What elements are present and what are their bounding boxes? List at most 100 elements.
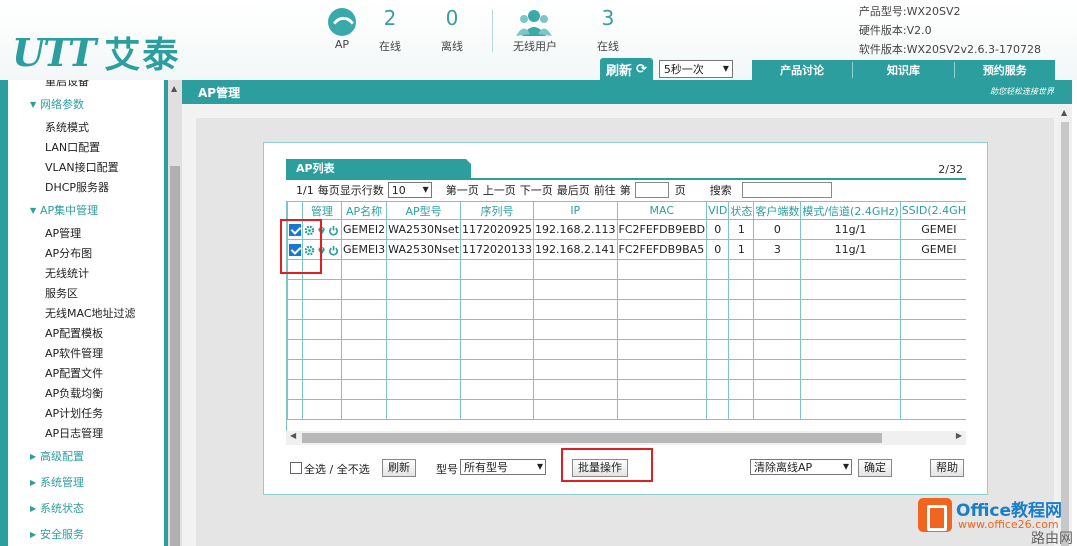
- power-icon[interactable]: [328, 245, 339, 256]
- office-logo-icon: [918, 498, 952, 532]
- nav-product-discussion[interactable]: 产品讨论: [752, 62, 854, 78]
- cell-ip: 192.168.2.113: [533, 219, 618, 240]
- sidebar-scrollbar[interactable]: ▲: [168, 80, 182, 546]
- sidebar-group[interactable]: ▶ 系统管理: [8, 470, 164, 496]
- cell-status: 1: [728, 219, 755, 240]
- refresh-table-button[interactable]: 刷新: [382, 459, 416, 477]
- utt-logo: UTT 艾泰: [12, 29, 180, 77]
- refresh-button[interactable]: 刷新 ⟳: [600, 58, 653, 80]
- empty-table-row: [287, 379, 966, 400]
- empty-table-row: [287, 279, 966, 300]
- column-header: 管理: [302, 201, 342, 220]
- power-icon[interactable]: [328, 225, 339, 236]
- column-header: SSID(2.4GHz): [899, 201, 966, 220]
- main-scroll-thumb[interactable]: [1061, 122, 1069, 546]
- sidebar-item[interactable]: AP配置文件: [8, 364, 164, 384]
- rows-per-page-label: 每页显示行数: [317, 184, 384, 197]
- stat-online-users: 3 在线: [597, 6, 619, 53]
- main-scrollbar[interactable]: ▲: [1058, 104, 1072, 546]
- sidebar-group-label: 系统状态: [40, 502, 84, 515]
- product-model: 产品型号:WX20SV2: [858, 5, 961, 18]
- first-page-link[interactable]: 第一页: [446, 182, 479, 198]
- sidebar-group-label: AP集中管理: [40, 204, 99, 217]
- sidebar-item[interactable]: LAN口配置: [8, 138, 164, 158]
- sidebar-group-label: 网络参数: [40, 98, 84, 111]
- last-page-link[interactable]: 最后页: [557, 182, 590, 198]
- refresh-interval-select[interactable]: 5秒一次: [658, 60, 733, 78]
- help-button[interactable]: 帮助: [930, 459, 964, 477]
- sidebar-item[interactable]: AP日志管理: [8, 424, 164, 444]
- refresh-icon: ⟳: [636, 61, 647, 77]
- table-scroll-thumb[interactable]: [302, 433, 882, 443]
- sidebar-item[interactable]: AP管理: [8, 224, 164, 244]
- panel-tab: AP列表: [286, 159, 486, 179]
- sidebar-item[interactable]: 无线统计: [8, 264, 164, 284]
- refresh-toolbar: 刷新 ⟳ 5秒一次: [600, 58, 733, 80]
- sidebar-item[interactable]: 无线MAC地址过滤: [8, 304, 164, 324]
- sidebar-group[interactable]: ▼ AP集中管理: [8, 198, 164, 224]
- sidebar-item[interactable]: DHCP服务器: [8, 178, 164, 198]
- sidebar-item[interactable]: AP软件管理: [8, 344, 164, 364]
- sidebar-item[interactable]: 系统模式: [8, 118, 164, 138]
- stat-ap: AP: [334, 38, 350, 51]
- confirm-button[interactable]: 确定: [858, 459, 892, 477]
- logo-latin: UTT: [12, 29, 96, 75]
- page-title: AP管理: [198, 86, 241, 100]
- cell-vid: 0: [706, 219, 730, 240]
- model-filter-select[interactable]: 所有型号: [460, 459, 546, 475]
- sidebar-item[interactable]: AP负载均衡: [8, 384, 164, 404]
- chevron-right-icon: ▶: [30, 478, 37, 487]
- sidebar-menu: 重启设备 ▼ 网络参数 系统模式 LAN口配置 VLAN接口配置 DHCP服务器 ▼ AP集中…: [8, 80, 164, 546]
- sidebar-group[interactable]: ▶ 安全服务: [8, 522, 164, 546]
- highlight-batch-button: [561, 448, 653, 482]
- table-hscrollbar[interactable]: ◀ ▶: [286, 431, 966, 445]
- rows-per-page-select[interactable]: 10: [387, 182, 432, 198]
- chevron-down-icon: ▼: [30, 206, 37, 215]
- sidebar-item[interactable]: VLAN接口配置: [8, 158, 164, 178]
- empty-table-row: [287, 299, 966, 320]
- empty-table-row: [287, 359, 966, 380]
- search-input[interactable]: [741, 182, 832, 198]
- ap-list-panel: AP列表 2/32 1/1 每页显示行数 10 第一页 上一页 下一页 最后页 …: [263, 142, 988, 495]
- sidebar-item[interactable]: AP配置模板: [8, 324, 164, 344]
- next-page-link[interactable]: 下一页: [520, 182, 553, 198]
- sidebar-group[interactable]: ▶ 系统状态: [8, 496, 164, 522]
- sidebar-group[interactable]: ▶ 高级配置: [8, 444, 164, 470]
- goto-page-input[interactable]: [634, 182, 669, 198]
- panel-divider: [286, 178, 966, 180]
- batch-action-select[interactable]: 清除离线AP: [750, 459, 852, 475]
- chevron-right-icon: ▶: [30, 452, 37, 461]
- sidebar-item-reboot[interactable]: 重启设备: [8, 80, 164, 92]
- cell-clients: 3: [753, 239, 802, 260]
- table-row: GEMEI2 WA2530Nset 1172020925 192.168.2.113 F…: [287, 219, 966, 240]
- select-all-checkbox[interactable]: [290, 461, 302, 474]
- sidebar-scroll-thumb[interactable]: [170, 166, 180, 546]
- scroll-right-icon[interactable]: ▶: [956, 431, 962, 440]
- scroll-up-icon[interactable]: ▲: [171, 84, 177, 93]
- nav-appointment[interactable]: 预约服务: [955, 62, 1055, 78]
- cell-model: WA2530Nset: [386, 239, 462, 260]
- page-prefix: 第: [619, 184, 631, 197]
- sidebar-item[interactable]: AP计划任务: [8, 404, 164, 424]
- stat-online-ap: 2 在线: [379, 6, 401, 53]
- select-all-label[interactable]: 全选 / 全不选: [304, 461, 370, 477]
- prev-page-link[interactable]: 上一页: [483, 182, 516, 198]
- main-title-bar: AP管理 助您轻松连接世界: [182, 80, 1072, 104]
- cell-ssid: GEMEI: [899, 219, 966, 240]
- table-row: GEMEI3 WA2530Nset 1172020133 192.168.2.141 F…: [287, 239, 966, 260]
- scroll-left-icon[interactable]: ◀: [290, 431, 296, 440]
- nav-knowledge-base[interactable]: 知识库: [853, 62, 955, 78]
- sidebar-group[interactable]: ▼ 网络参数: [8, 92, 164, 118]
- cell-vid: 0: [706, 239, 730, 260]
- sidebar-item[interactable]: 服务区: [8, 284, 164, 304]
- watermark: Office教程网 www.office26.com 路由网: [912, 494, 1077, 546]
- header-divider: [492, 10, 493, 52]
- scroll-up-icon[interactable]: ▲: [1061, 108, 1067, 117]
- pager: 1/1 每页显示行数 10 第一页 上一页 下一页 最后页 前往 第 页 搜索: [296, 181, 836, 199]
- cell-name: GEMEI3: [340, 239, 388, 260]
- column-header: 序列号: [460, 201, 535, 220]
- sidebar: 重启设备 ▼ 网络参数 系统模式 LAN口配置 VLAN接口配置 DHCP服务器 ▼ AP集中…: [0, 80, 168, 546]
- goto-label: 前往: [593, 184, 616, 197]
- sidebar-item[interactable]: AP分布图: [8, 244, 164, 264]
- table-header-row: 管理 AP名称 AP型号 序列号 IP MAC VID 状态 客户端数 模式/信道(2.4GHz)…: [287, 201, 966, 220]
